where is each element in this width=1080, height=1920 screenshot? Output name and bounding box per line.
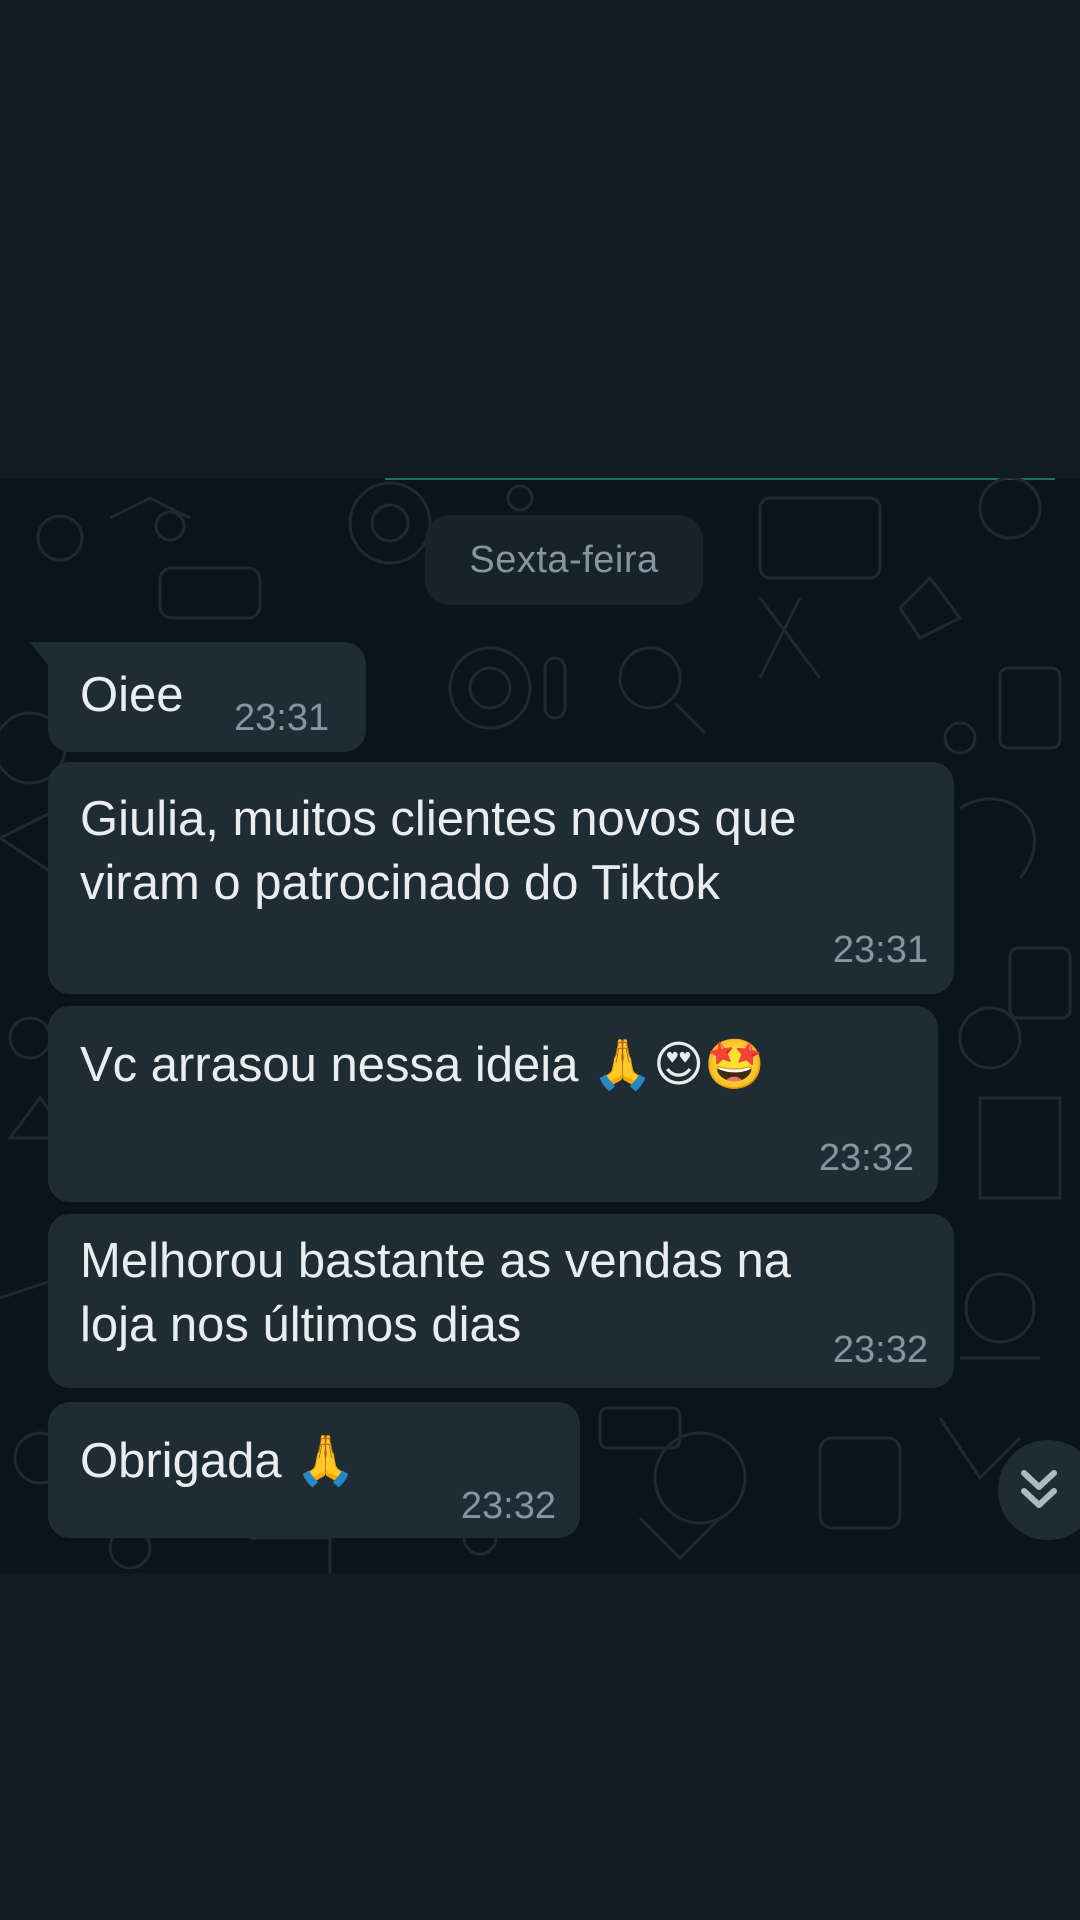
bubble-tail — [30, 642, 52, 670]
message-bubble[interactable]: Melhorou bastante as vendas na loja nos … — [48, 1214, 954, 1388]
message-text: Oiee — [80, 668, 184, 722]
message-time: 23:32 — [818, 1137, 914, 1179]
message-bubble[interactable]: Obrigada 🙏 23:32 — [48, 1402, 580, 1538]
message-bubble[interactable]: Vc arrasou nessa ideia 🙏😍🤩 23:32 — [48, 1006, 938, 1202]
message-text: viram o patrocinado do Tiktok — [80, 856, 721, 910]
message-time: 23:31 — [832, 929, 928, 971]
message-text: Melhorou bastante as vendas na — [80, 1234, 791, 1288]
message-text: loja nos últimos dias — [80, 1298, 522, 1352]
message-text: Vc arrasou nessa ideia 🙏😍🤩 — [80, 1038, 766, 1092]
message-time: 23:32 — [460, 1485, 556, 1527]
message-text: Giulia, muitos clientes novos que — [80, 792, 797, 846]
message-bubble[interactable]: Giulia, muitos clientes novos que viram … — [48, 762, 954, 994]
chat-area[interactable]: Sexta-feira Oiee 23:31 Giulia, muitos cl… — [0, 478, 1080, 1573]
date-separator: Sexta-feira — [425, 515, 703, 605]
message-bubble[interactable]: Oiee 23:31 — [30, 642, 366, 752]
double-chevron-down-icon — [1021, 1470, 1057, 1508]
message-text: Obrigada 🙏 — [80, 1434, 357, 1488]
message-time: 23:31 — [234, 697, 330, 739]
message-time: 23:32 — [832, 1329, 928, 1371]
